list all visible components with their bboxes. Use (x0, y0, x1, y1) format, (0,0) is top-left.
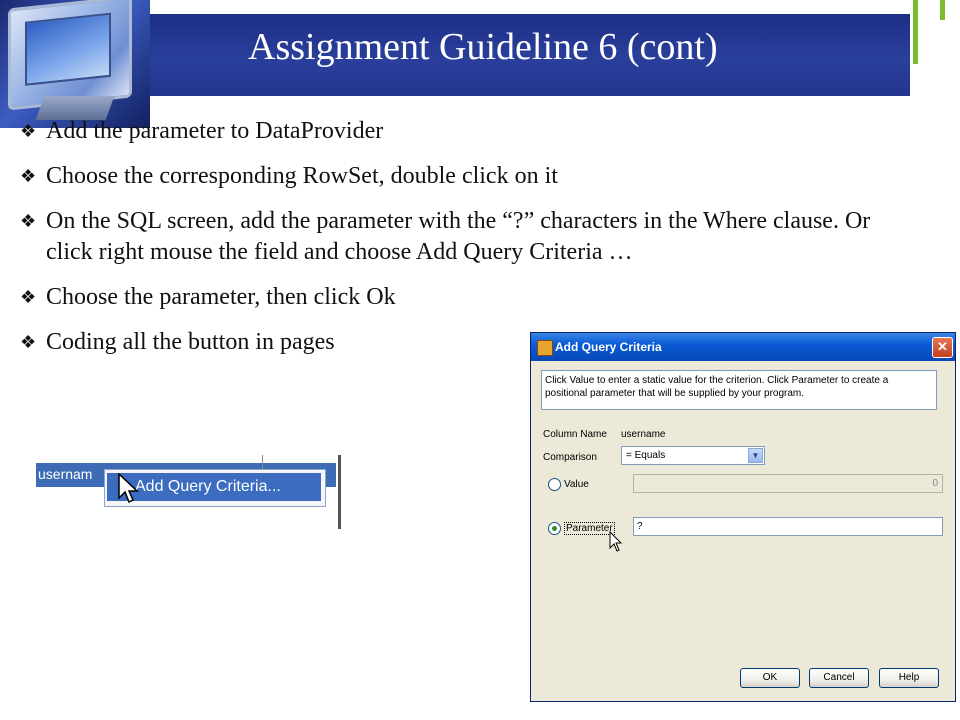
comparison-selected-value: = Equals (626, 450, 666, 461)
dialog-titlebar[interactable]: Add Query Criteria ✕ (531, 333, 955, 361)
menu-item-label: Add Query Criteria... (135, 478, 281, 495)
mouse-pointer-icon (609, 531, 623, 552)
dialog-title: Add Query Criteria (555, 340, 662, 354)
cancel-button[interactable]: Cancel (809, 668, 869, 688)
diamond-bullet-icon: ❖ (20, 287, 37, 307)
dialog-description: Click Value to enter a static value for … (541, 370, 937, 410)
bullet-item: ❖ Add the parameter to DataProvider (20, 116, 920, 147)
diamond-bullet-icon: ❖ (20, 211, 37, 231)
slide-header: Assignment Guideline 6 (cont) (0, 0, 960, 128)
bullet-text: On the SQL screen, add the parameter wit… (46, 208, 871, 265)
comparison-label: Comparison (543, 452, 597, 463)
bullet-item: ❖ Choose the parameter, then click Ok (20, 282, 920, 313)
bullet-item: ❖ Choose the corresponding RowSet, doubl… (20, 161, 920, 192)
column-name-value: username (621, 429, 666, 440)
bullet-item: ❖ On the SQL screen, add the parameter w… (20, 206, 920, 268)
close-button[interactable]: ✕ (932, 337, 953, 358)
slide-title: Assignment Guideline 6 (cont) (248, 26, 718, 68)
value-label: Value (564, 479, 589, 490)
accent-bar-tall (913, 0, 918, 64)
parameter-input-text: ? (637, 521, 643, 532)
value-input-text: 0 (932, 478, 938, 489)
parameter-radio[interactable] (548, 522, 561, 535)
column-name-label: Column Name (543, 429, 607, 440)
field-cell-text: usernam (38, 466, 93, 482)
value-radio[interactable] (548, 478, 561, 491)
divider (262, 455, 263, 469)
add-query-criteria-dialog: Add Query Criteria ✕ Click Value to ente… (530, 332, 956, 702)
value-input[interactable]: 0 (633, 474, 943, 493)
context-menu-screenshot: usernam Add Query Criteria... (36, 455, 342, 529)
diamond-bullet-icon: ❖ (20, 332, 37, 352)
chevron-down-icon[interactable]: ▼ (748, 448, 763, 463)
parameter-label: Parameter (564, 522, 615, 535)
monitor-screen (25, 12, 111, 86)
bullet-text: Choose the corresponding RowSet, double … (46, 163, 558, 189)
diamond-bullet-icon: ❖ (20, 166, 37, 186)
ok-button[interactable]: OK (740, 668, 800, 688)
bullet-text: Coding all the button in pages (46, 329, 335, 355)
mouse-pointer-icon (118, 473, 139, 504)
accent-bar-short (940, 0, 945, 20)
parameter-input[interactable]: ? (633, 517, 943, 536)
bullet-text: Choose the parameter, then click Ok (46, 284, 396, 310)
bullet-text: Add the parameter to DataProvider (46, 118, 384, 144)
header-logo-area (0, 0, 150, 128)
diamond-bullet-icon: ❖ (20, 121, 37, 141)
divider (338, 455, 341, 529)
help-button[interactable]: Help (879, 668, 939, 688)
computer-monitor-icon (8, 0, 132, 111)
comparison-select[interactable]: = Equals ▼ (621, 446, 765, 465)
app-icon (537, 340, 553, 356)
